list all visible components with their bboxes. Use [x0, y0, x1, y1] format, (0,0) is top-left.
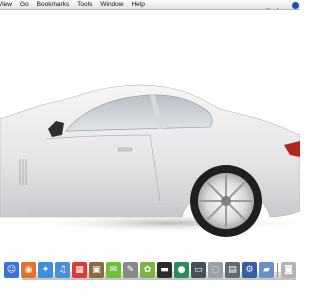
android-icon[interactable]: ✿: [140, 262, 155, 278]
disk-icon[interactable]: ◌: [208, 262, 223, 278]
ical-icon[interactable]: ▦: [72, 262, 87, 278]
dock: ☺ ◉ ✦ ♫ ▦ ▣ ✉ ✎ ✿ ▬ ● ▭ ◌ ▤ ⚙ ▰ ◙: [0, 256, 300, 280]
finder-icon[interactable]: ☺: [4, 262, 19, 278]
safari-icon[interactable]: ✦: [38, 262, 53, 278]
globe-icon[interactable]: ●: [174, 262, 189, 278]
terminal-icon[interactable]: ▬: [157, 262, 172, 278]
itunes-icon[interactable]: ♫: [55, 262, 70, 278]
spotlight-icon[interactable]: [292, 1, 299, 9]
rear-wheel: [190, 165, 262, 237]
bluetooth-icon[interactable]: [274, 2, 281, 9]
menu-window[interactable]: Window: [96, 0, 127, 9]
desktop-wallpaper: [0, 11, 300, 271]
trash-icon[interactable]: ◙: [281, 262, 296, 278]
chat-icon[interactable]: ✉: [106, 262, 121, 278]
menu-view[interactable]: View: [0, 0, 16, 9]
car-image: [0, 84, 300, 237]
folder-icon[interactable]: ▰: [259, 262, 274, 278]
dock-separator: [277, 263, 278, 277]
firefox-icon[interactable]: ◉: [21, 262, 36, 278]
script-menu-icon[interactable]: [265, 2, 272, 9]
script-icon[interactable]: ✎: [123, 262, 138, 278]
menu-go[interactable]: Go: [16, 0, 33, 9]
calculator-icon[interactable]: ▤: [225, 262, 240, 278]
monitor-icon[interactable]: ▭: [191, 262, 206, 278]
menu-bar: View Go Bookmarks Tools Window Help: [0, 0, 300, 10]
status-menu-area: [265, 0, 299, 9]
menu-tools[interactable]: Tools: [73, 0, 96, 9]
photo-icon[interactable]: ▣: [89, 262, 104, 278]
menu-bookmarks[interactable]: Bookmarks: [33, 0, 74, 9]
network-icon[interactable]: ⚙: [242, 262, 257, 278]
menu-help[interactable]: Help: [127, 0, 148, 9]
wifi-icon[interactable]: [283, 2, 290, 9]
